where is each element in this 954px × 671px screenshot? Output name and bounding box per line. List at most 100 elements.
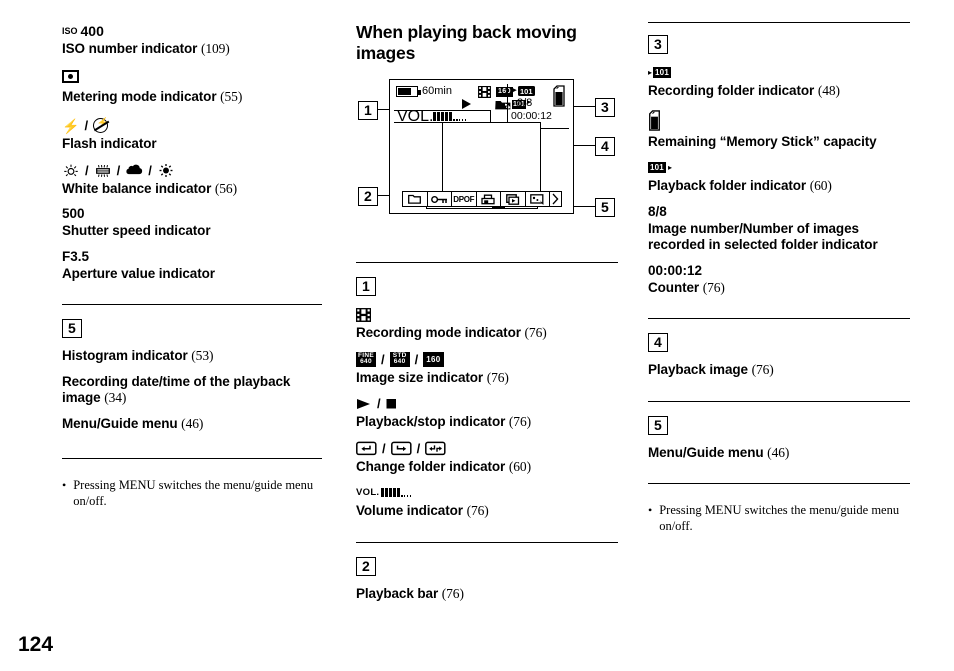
aperture-label: Aperture value indicator xyxy=(62,265,215,281)
playback-stop-label: Playback/stop indicator xyxy=(356,414,506,429)
callout-5: 5 xyxy=(595,198,615,217)
divider xyxy=(648,400,910,402)
flash-label: Flash indicator xyxy=(62,136,157,151)
playback-folder-chip: 101 xyxy=(648,162,666,173)
entry-change-folder: / / Change folder indicator (60) xyxy=(356,440,618,476)
divider xyxy=(356,541,618,543)
iso-value-text: 400 xyxy=(80,22,104,39)
volume-bars xyxy=(381,488,412,497)
change-folder-both-icon xyxy=(425,441,446,455)
memory-stick-icon-row xyxy=(648,109,910,132)
volume-page-ref: (76) xyxy=(466,503,489,518)
volume-label-row: Volume indicator (76) xyxy=(356,503,618,520)
separator-slash: / xyxy=(416,440,421,456)
image-size-label: Image size indicator xyxy=(356,369,484,385)
shutter-speed-value: 500 xyxy=(62,206,85,221)
volume-indicator-icon: VOL. xyxy=(356,484,618,501)
iso-page-ref: (109) xyxy=(200,41,230,56)
print-icon xyxy=(481,194,495,204)
playback-folder-label: Playback folder indicator xyxy=(648,178,807,193)
callout-3: 3 xyxy=(595,98,615,117)
section-number: 2 xyxy=(356,556,376,576)
note-text: Pressing MENU switches the menu/guide me… xyxy=(73,478,314,508)
playback-stop-page-ref: (76) xyxy=(508,414,531,429)
entry-metering-mode: Metering mode indicator (55) xyxy=(62,67,322,106)
counter-text: 00:00:12 xyxy=(511,110,552,122)
separator-slash: / xyxy=(377,396,381,411)
volume-text-label: Volume indicator xyxy=(356,503,463,518)
shutter-speed-label: Shutter speed indicator xyxy=(62,223,211,238)
separator-slash: / xyxy=(414,351,419,367)
menu-folder-button[interactable] xyxy=(403,192,428,206)
daylight-sun-icon xyxy=(159,163,173,177)
recording-mode-page-ref: (76) xyxy=(524,325,547,340)
page-number: 124 xyxy=(18,633,54,656)
iso-label-row: ISO number indicator (109) xyxy=(62,41,322,58)
callout-4: 4 xyxy=(595,137,615,156)
white-balance-label: White balance indicator xyxy=(62,180,212,196)
entry-memory-stick: Remaining “Memory Stick” capacity xyxy=(648,109,910,151)
entry-recording-datetime: Recording date/time of the playback imag… xyxy=(62,374,322,407)
entry-counter: 00:00:12 Counter (76) xyxy=(648,263,910,297)
arrow-prefix-icon: ▸ xyxy=(648,68,653,77)
entry-flash: ⚡ / Flash indicator xyxy=(62,117,322,153)
change-folder-back-icon xyxy=(356,441,377,455)
memory-stick-label: Remaining “Memory Stick” capacity xyxy=(648,133,877,149)
note-text: Pressing MENU switches the menu/guide me… xyxy=(659,503,900,533)
section-number: 5 xyxy=(648,415,668,435)
divider xyxy=(62,304,322,305)
metering-mode-icon xyxy=(62,67,322,87)
section-number: 5 xyxy=(62,319,82,338)
menu-guide-label: Menu/Guide menu xyxy=(62,415,178,431)
entry-menu-guide: Menu/Guide menu (46) xyxy=(62,416,322,433)
battery-time-text: 60min xyxy=(422,85,452,97)
change-folder-forward-icon xyxy=(390,441,412,455)
change-folder-label-row: Change folder indicator (60) xyxy=(356,459,618,476)
flash-off-icon xyxy=(93,118,109,133)
movie-recording-mode-icon xyxy=(356,306,618,323)
entry-playback-folder: 101 ▸ Playback folder indicator (60) xyxy=(648,159,910,195)
section-4-marker: 4 xyxy=(648,333,910,352)
white-balance-icons: / / / xyxy=(62,162,322,179)
incandescent-icon xyxy=(64,164,78,176)
divider xyxy=(356,262,618,263)
white-balance-label-row: White balance indicator (56) xyxy=(62,181,322,198)
iso-prefix-text: ISO xyxy=(62,25,78,36)
menu-dpof-button[interactable]: DPOF xyxy=(452,192,477,206)
metering-page-ref: (55) xyxy=(220,88,243,104)
playback-image-label: Playback image xyxy=(648,362,748,377)
recording-mode-label-row: Recording mode indicator (76) xyxy=(356,325,618,342)
more-arrow-icon xyxy=(552,193,559,205)
menu-protect-button[interactable] xyxy=(428,192,452,206)
volume-label: VOL. xyxy=(397,107,434,125)
white-balance-page-ref: (56) xyxy=(214,180,237,196)
entry-volume: VOL. Volume indicator (76) xyxy=(356,484,618,520)
menu-slideshow-button[interactable] xyxy=(501,192,526,206)
divider xyxy=(648,318,910,319)
entry-recording-mode: Recording mode indicator (76) xyxy=(356,306,618,342)
section-2-marker: 2 xyxy=(356,556,618,576)
lcd-figure: 60min 160 101 ▸ ▸ 101 8/8 00:00:12 VOL. … xyxy=(356,76,618,236)
playback-bar-label: Playback bar xyxy=(356,585,439,601)
menu-resize-button[interactable] xyxy=(526,192,550,206)
menu-more-button[interactable] xyxy=(550,192,561,206)
section-number: 1 xyxy=(356,277,376,296)
arrow-suffix-icon: ▸ xyxy=(667,163,672,172)
dpof-label: DPOF xyxy=(453,194,475,204)
flash-icons: ⚡ / xyxy=(62,117,322,134)
stop-icon xyxy=(386,399,396,409)
menu-print-button[interactable] xyxy=(477,192,501,206)
note-menu-toggle: • Pressing MENU switches the menu/guide … xyxy=(62,477,322,509)
histogram-page-ref: (53) xyxy=(191,348,214,363)
battery-icon xyxy=(396,86,421,97)
playback-folder-label-row: Playback folder indicator (60) xyxy=(648,178,910,195)
metering-label: Metering mode indicator xyxy=(62,88,217,104)
manual-page: ISO 400 ISO number indicator (109) Meteri… xyxy=(0,0,954,671)
recording-folder-label: Recording folder indicator xyxy=(648,83,815,98)
section-heading: When playing back moving images xyxy=(356,22,577,63)
image-number-label: Image number/Number of images recorded i… xyxy=(648,220,878,253)
separator-slash: / xyxy=(382,440,386,456)
entry-menu-guide: Menu/Guide menu (46) xyxy=(648,445,910,462)
image-size-label-row: Image size indicator (76) xyxy=(356,370,618,387)
fluorescent-icon xyxy=(95,164,110,177)
